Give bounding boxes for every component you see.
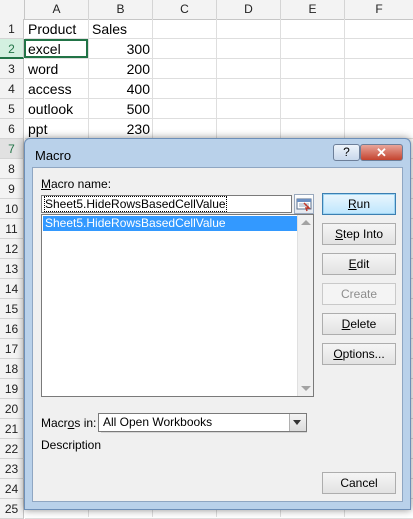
cell-a5[interactable]: outlook <box>28 99 73 119</box>
row-header-21[interactable]: 21 <box>0 419 24 439</box>
row-header-12[interactable]: 12 <box>0 239 24 259</box>
gridline-row <box>25 58 413 59</box>
macro-dialog: Macro ? ✕ Macro name: Sheet5.HideRowsBas… <box>24 138 411 510</box>
row-header-8[interactable]: 8 <box>0 159 24 179</box>
cell-b1[interactable]: Sales <box>92 19 127 39</box>
column-header-f[interactable]: F <box>345 0 413 19</box>
macros-in-dropdown[interactable]: All Open Workbooks <box>98 413 307 432</box>
row-header-19[interactable]: 19 <box>0 379 24 399</box>
row-header-24[interactable]: 24 <box>0 479 24 499</box>
macros-in-label: Macros in: <box>41 416 97 430</box>
macros-in-value: All Open Workbooks <box>103 415 213 429</box>
create-button[interactable]: Create <box>322 283 396 305</box>
macro-list-item[interactable]: Sheet5.HideRowsBasedCellValue <box>43 216 297 231</box>
select-all-corner[interactable] <box>0 0 25 19</box>
gridline-row <box>25 98 413 99</box>
row-header-3[interactable]: 3 <box>0 59 24 79</box>
cell-a4[interactable]: access <box>28 79 72 99</box>
scroll-up-icon[interactable] <box>301 220 311 225</box>
delete-button[interactable]: Delete <box>322 313 396 335</box>
cell-b4[interactable]: 400 <box>89 79 150 99</box>
row-header-17[interactable]: 17 <box>0 339 24 359</box>
close-button[interactable]: ✕ <box>360 144 403 161</box>
dropdown-button[interactable] <box>289 414 306 431</box>
help-button[interactable]: ? <box>333 144 360 161</box>
row-header-20[interactable]: 20 <box>0 399 24 419</box>
column-header-e[interactable]: E <box>281 0 345 19</box>
row-header-22[interactable]: 22 <box>0 439 24 459</box>
cell-a1[interactable]: Product <box>28 19 76 39</box>
dialog-title: Macro <box>35 148 72 163</box>
row-header-4[interactable]: 4 <box>0 79 24 99</box>
range-select-icon <box>296 198 312 212</box>
row-header-2[interactable]: 2 <box>0 39 24 59</box>
cell-b5[interactable]: 500 <box>89 99 150 119</box>
run-button[interactable]: Run <box>322 193 396 215</box>
row-header-5[interactable]: 5 <box>0 99 24 119</box>
row-header-10[interactable]: 10 <box>0 199 24 219</box>
macro-list[interactable]: Sheet5.HideRowsBasedCellValue <box>41 214 314 397</box>
column-header-a[interactable]: A <box>25 0 89 19</box>
cell-a6[interactable]: ppt <box>28 119 47 139</box>
row-header-9[interactable]: 9 <box>0 179 24 199</box>
gridline-row <box>25 78 413 79</box>
macro-name-input[interactable]: Sheet5.HideRowsBasedCellValue <box>41 195 292 213</box>
collapse-dialog-button[interactable] <box>294 194 314 214</box>
description-label: Description <box>41 438 102 452</box>
row-header-6[interactable]: 6 <box>0 119 24 139</box>
gridline-row <box>25 118 413 119</box>
row-header-25[interactable]: 25 <box>0 499 24 519</box>
row-header-15[interactable]: 15 <box>0 299 24 319</box>
column-header-b[interactable]: B <box>89 0 153 19</box>
description-divider <box>101 432 307 433</box>
column-header-c[interactable]: C <box>153 0 217 19</box>
row-header-14[interactable]: 14 <box>0 279 24 299</box>
cancel-button[interactable]: Cancel <box>322 472 396 494</box>
step-into-button[interactable]: Step Into <box>322 223 396 245</box>
chevron-down-icon <box>293 420 301 425</box>
scroll-down-icon[interactable] <box>301 386 311 391</box>
row-header-1[interactable]: 1 <box>0 19 24 39</box>
options-button[interactable]: Options... <box>322 343 396 365</box>
cell-b2[interactable]: 300 <box>89 39 150 59</box>
edit-button[interactable]: Edit <box>322 253 396 275</box>
dialog-body: Macro name: Sheet5.HideRowsBasedCellValu… <box>32 167 403 502</box>
active-cell-outline <box>24 39 88 58</box>
vertical-scrollbar[interactable] <box>297 215 313 396</box>
row-header-18[interactable]: 18 <box>0 359 24 379</box>
row-header-11[interactable]: 11 <box>0 219 24 239</box>
macro-name-label: Macro name: <box>41 177 112 191</box>
row-header-16[interactable]: 16 <box>0 319 24 339</box>
row-header-23[interactable]: 23 <box>0 459 24 479</box>
cell-b3[interactable]: 200 <box>89 59 150 79</box>
row-header-13[interactable]: 13 <box>0 259 24 279</box>
row-header-7[interactable]: 7 <box>0 139 24 159</box>
macro-name-value: Sheet5.HideRowsBasedCellValue <box>44 196 227 212</box>
column-header-d[interactable]: D <box>217 0 281 19</box>
column-header-bar: A B C D E F <box>0 0 413 20</box>
cell-b6[interactable]: 230 <box>89 119 150 139</box>
cell-a3[interactable]: word <box>28 59 58 79</box>
